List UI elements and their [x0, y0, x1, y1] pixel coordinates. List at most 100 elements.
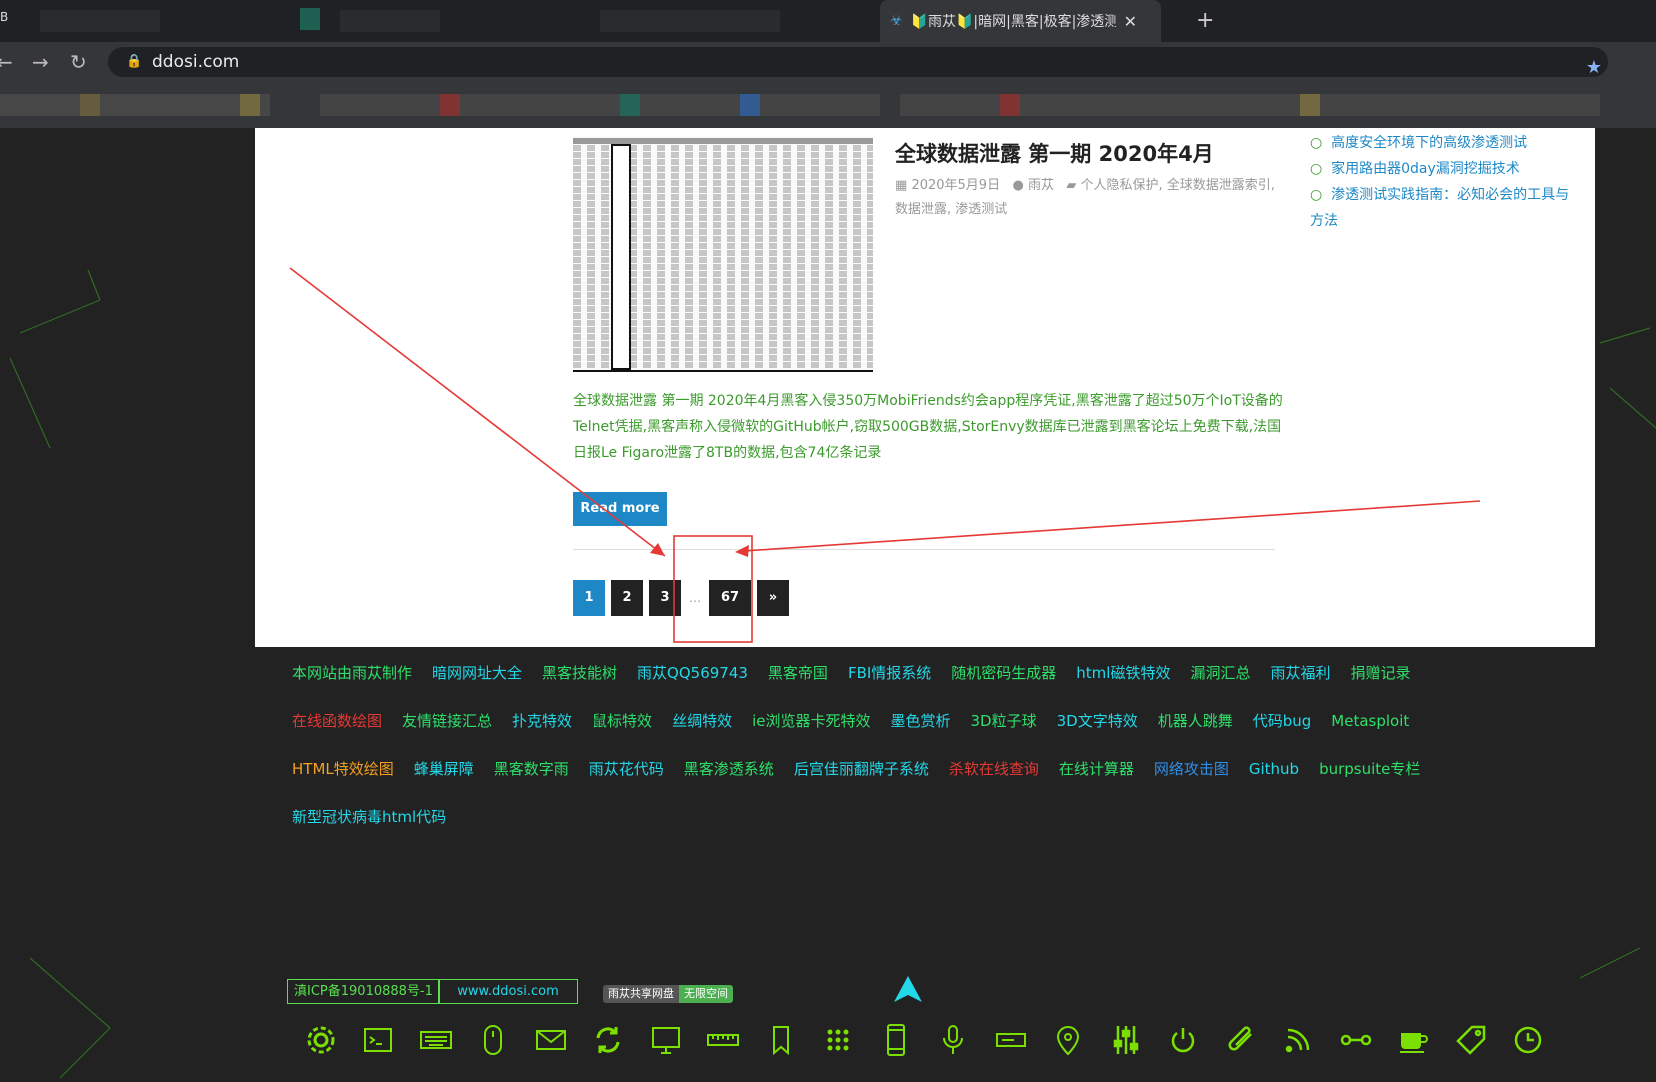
link-icon[interactable] [1327, 1020, 1385, 1060]
monitor-icon[interactable] [637, 1020, 695, 1060]
footer-link[interactable]: 暗网网址大全 [432, 660, 522, 708]
footer-link[interactable]: 蜂巢屏障 [414, 756, 474, 804]
blurred-bookmark-icon[interactable] [620, 94, 640, 116]
keyboard-icon[interactable] [407, 1020, 465, 1060]
projector-icon[interactable] [982, 1020, 1040, 1060]
post-author[interactable]: 雨苁 [1028, 178, 1054, 193]
url-field[interactable]: 🔒 ddosi.com ★ [108, 47, 1608, 78]
footer-link[interactable]: 雨苁QQ569743 [637, 660, 748, 708]
blurred-tab[interactable] [340, 10, 440, 32]
footer-link[interactable]: 漏洞汇总 [1190, 660, 1250, 708]
clock-icon[interactable] [1500, 1020, 1558, 1060]
footer-link[interactable]: 在线函数绘图 [292, 708, 382, 756]
footer-link[interactable]: 雨苁福利 [1270, 660, 1330, 708]
bookmark-icon[interactable] [752, 1020, 810, 1060]
rss-icon[interactable] [1270, 1020, 1328, 1060]
new-tab-button[interactable]: + [1196, 8, 1214, 33]
blurred-bookmarks[interactable] [0, 94, 270, 116]
close-tab-icon[interactable]: ✕ [1124, 12, 1137, 31]
read-more-button[interactable]: Read more [573, 492, 667, 526]
next-page-button[interactable]: » [757, 580, 789, 616]
post-thumbnail[interactable] [573, 136, 873, 372]
tag-icon[interactable] [1442, 1020, 1500, 1060]
footer-link[interactable]: 3D粒子球 [971, 708, 1037, 756]
blurred-tab[interactable] [600, 10, 780, 32]
footer-link[interactable]: Github [1249, 756, 1299, 804]
footer-link[interactable]: 网络攻击图 [1154, 756, 1229, 804]
footer-link[interactable]: 黑客帝国 [768, 660, 828, 708]
footer-link[interactable]: 在线计算器 [1059, 756, 1134, 804]
site-logo-icon[interactable] [893, 975, 923, 1003]
tab-left-label[interactable]: B [0, 10, 8, 24]
lock-icon[interactable]: 🔒 [126, 47, 142, 77]
sidebar-item[interactable]: ○ 高度安全环境下的高级渗透测试 [1310, 130, 1580, 156]
location-pin-icon[interactable] [1040, 1020, 1098, 1060]
blurred-bookmark-icon[interactable] [80, 94, 100, 116]
sidebar-item-label[interactable]: 渗透测试实践指南：必知必会的工具与方法 [1310, 187, 1569, 229]
footer-link[interactable]: HTML特效绘图 [292, 756, 394, 804]
sidebar-item-label[interactable]: 家用路由器0day漏洞挖掘技术 [1331, 161, 1520, 177]
grid-dots-icon[interactable] [810, 1020, 868, 1060]
post-date[interactable]: 2020年5月9日 [911, 178, 1000, 193]
coffee-icon[interactable] [1385, 1020, 1443, 1060]
mouse-icon[interactable] [465, 1020, 523, 1060]
phone-icon[interactable] [867, 1020, 925, 1060]
power-icon[interactable] [1155, 1020, 1213, 1060]
refresh-icon[interactable] [580, 1020, 638, 1060]
gear-icon[interactable] [292, 1020, 350, 1060]
footer-link[interactable]: 黑客技能树 [542, 660, 617, 708]
sidebar-item[interactable]: ○ 渗透测试实践指南：必知必会的工具与方法 [1310, 182, 1580, 234]
terminal-icon[interactable] [350, 1020, 408, 1060]
blurred-bookmark-icon[interactable] [1300, 94, 1320, 116]
footer-link[interactable]: 鼠标特效 [592, 708, 652, 756]
mail-icon[interactable] [522, 1020, 580, 1060]
blurred-bookmark-icon[interactable] [240, 94, 260, 116]
footer-link[interactable]: 代码bug [1253, 708, 1312, 756]
footer-link[interactable]: 新型冠状病毒html代码 [292, 804, 446, 852]
active-tab[interactable]: ☣ 🔰雨苁🔰|暗网|黑客|极客|渗透测 ✕ [880, 0, 1161, 42]
blurred-bookmarks[interactable] [320, 94, 880, 116]
blurred-bookmark-icon[interactable] [740, 94, 760, 116]
forward-icon[interactable]: → [32, 50, 49, 74]
post-title[interactable]: 全球数据泄露 第一期 2020年4月 [895, 138, 1214, 168]
footer-link[interactable]: ie浏览器卡死特效 [752, 708, 870, 756]
blurred-bookmark-icon[interactable] [1000, 94, 1020, 116]
footer-link[interactable]: 墨色赏析 [890, 708, 950, 756]
footer-link[interactable]: 黑客渗透系统 [684, 756, 774, 804]
sidebar-item[interactable]: ○ 家用路由器0day漏洞挖掘技术 [1310, 156, 1580, 182]
microphone-icon[interactable] [925, 1020, 983, 1060]
sidebar-item-label[interactable]: 高度安全环境下的高级渗透测试 [1331, 135, 1527, 151]
footer-link[interactable]: 后宫佳丽翻牌子系统 [794, 756, 929, 804]
footer-link[interactable]: 捐赠记录 [1351, 660, 1411, 708]
footer-link[interactable]: 机器人跳舞 [1158, 708, 1233, 756]
footer-link[interactable]: 本网站由雨苁制作 [292, 660, 412, 708]
netdisk-badge[interactable]: 雨苁共享网盘 无限空间 [603, 985, 733, 1003]
footer-link[interactable]: FBI情报系统 [848, 660, 931, 708]
reload-icon[interactable]: ↻ [70, 50, 87, 74]
ruler-icon[interactable] [695, 1020, 753, 1060]
footer-link[interactable]: 雨苁花代码 [589, 756, 664, 804]
paperclip-icon[interactable] [1212, 1020, 1270, 1060]
footer-link[interactable]: 丝绸特效 [672, 708, 732, 756]
footer-link[interactable]: 黑客数字雨 [494, 756, 569, 804]
footer-link[interactable]: burpsuite专栏 [1319, 756, 1420, 804]
sliders-icon[interactable] [1097, 1020, 1155, 1060]
footer-link[interactable]: Metasploit [1331, 708, 1409, 756]
blurred-tab-icon[interactable] [300, 8, 320, 30]
blurred-bookmark-icon[interactable] [440, 94, 460, 116]
footer-link[interactable]: 扑克特效 [512, 708, 572, 756]
footer-link[interactable]: 友情链接汇总 [402, 708, 492, 756]
page-2-button[interactable]: 2 [611, 580, 643, 616]
footer-link[interactable]: 随机密码生成器 [951, 660, 1056, 708]
bookmark-star-icon[interactable]: ★ [1586, 53, 1602, 83]
page-3-button[interactable]: 3 [649, 580, 681, 616]
page-1-button[interactable]: 1 [573, 580, 605, 616]
page-last-button[interactable]: 67 [709, 580, 751, 616]
domain-badge[interactable]: www.ddosi.com [438, 979, 578, 1004]
footer-link[interactable]: html磁铁特效 [1076, 660, 1170, 708]
back-icon[interactable]: ← [0, 50, 13, 74]
footer-link[interactable]: 杀软在线查询 [949, 756, 1039, 804]
icp-badge[interactable]: 滇ICP备19010888号-1 [287, 979, 440, 1004]
footer-link[interactable]: 3D文字特效 [1057, 708, 1138, 756]
blurred-tab[interactable] [40, 10, 160, 32]
